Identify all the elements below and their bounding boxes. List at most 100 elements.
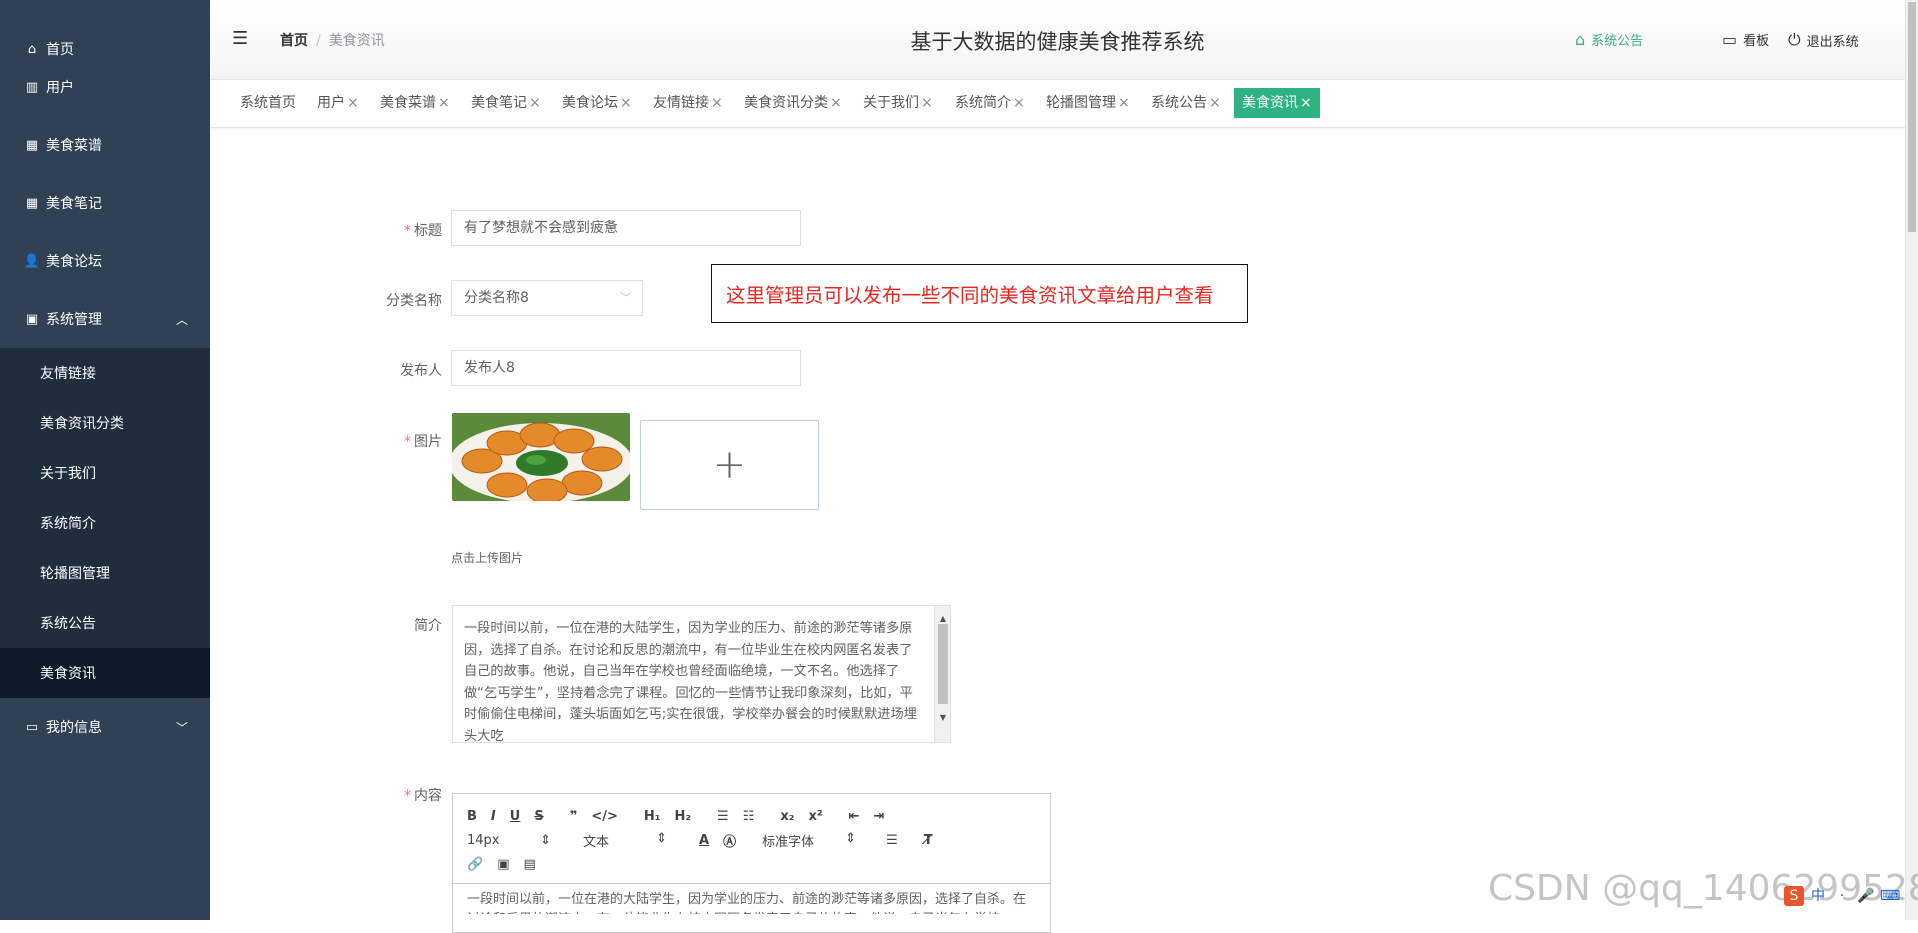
heading2-icon[interactable]: H₂	[674, 809, 691, 824]
board-link[interactable]: ▭ 看板	[1722, 30, 1769, 49]
upload-tip: 点击上传图片	[451, 551, 524, 565]
sidebar-item-label: 美食论坛	[46, 254, 102, 270]
editor-content[interactable]: 一段时间以前，一位在港的大陆学生，因为学业的压力、前途的渺茫等诸多原因，选择了自…	[453, 884, 1050, 914]
font-size-value: 14px	[467, 832, 500, 848]
sidebar-sub-about[interactable]: 关于我们	[0, 448, 210, 498]
power-icon: ⏻	[1788, 30, 1801, 49]
close-icon[interactable]: ×	[830, 95, 842, 111]
menu-toggle-icon[interactable]: ☰	[232, 28, 248, 49]
sidebar-item-user[interactable]: ▥ 用户	[0, 58, 210, 116]
breadcrumb-home[interactable]: 首页	[280, 33, 308, 49]
superscript-icon[interactable]: x²	[808, 809, 822, 824]
sidebar-item-label: 首页	[46, 42, 74, 58]
subscript-icon[interactable]: x₂	[780, 809, 794, 824]
close-icon[interactable]: ×	[921, 95, 933, 111]
clear-format-icon[interactable]: T̸	[924, 833, 933, 848]
category-select[interactable]: 分类名称8 ﹀	[451, 280, 643, 316]
background-color-icon[interactable]: Ⓐ	[723, 831, 736, 850]
sidebar-sub-notice[interactable]: 系统公告	[0, 598, 210, 648]
link-icon[interactable]: 🔗	[467, 857, 483, 872]
logout-label: 退出系统	[1806, 34, 1859, 50]
close-icon[interactable]: ×	[529, 95, 541, 111]
close-icon[interactable]: ×	[711, 95, 723, 111]
tab-about[interactable]: 关于我们 ×	[859, 88, 937, 118]
sidebar-sub-news[interactable]: 美食资讯	[0, 648, 210, 698]
tab-notes[interactable]: 美食笔记 ×	[467, 88, 545, 118]
textarea-scrollbar[interactable]: ▲ ▼	[934, 606, 950, 742]
image-icon[interactable]: ▣	[497, 857, 509, 872]
close-icon[interactable]: ×	[1300, 95, 1312, 111]
sidebar-item-recipes[interactable]: ▦ 美食菜谱	[0, 116, 210, 174]
ime-lang-icon[interactable]: 中	[1808, 886, 1828, 906]
grid-icon: ▦	[25, 137, 39, 153]
tab-label: 友情链接	[653, 95, 709, 111]
close-icon[interactable]: ×	[1013, 95, 1025, 111]
ime-logo-icon[interactable]: S	[1784, 886, 1804, 906]
code-icon[interactable]: </>	[591, 809, 618, 824]
close-icon[interactable]: ×	[1118, 95, 1130, 111]
updown-icon: ⇕	[540, 832, 551, 848]
breadcrumb: 首页 / 美食资讯	[280, 30, 385, 50]
tab-intro[interactable]: 系统简介 ×	[951, 88, 1029, 118]
image-upload-button[interactable]: +	[640, 420, 819, 510]
bullet-list-icon[interactable]: ☷	[743, 809, 755, 824]
system-notice-link[interactable]: ⌂ 系统公告	[1575, 30, 1643, 49]
tab-notice[interactable]: 系统公告 ×	[1147, 88, 1225, 118]
ime-mic-icon[interactable]: 🎤	[1856, 886, 1876, 906]
strikethrough-icon[interactable]: S	[534, 809, 543, 824]
tab-news[interactable]: 美食资讯 ×	[1234, 88, 1320, 118]
italic-icon[interactable]: I	[491, 809, 496, 824]
block-type-select[interactable]: 文本 ⇕	[583, 831, 667, 850]
tab-recipes[interactable]: 美食菜谱 ×	[376, 88, 454, 118]
summary-text: 一段时间以前，一位在港的大陆学生，因为学业的压力、前途的渺茫等诸多原因，选择了自…	[464, 621, 917, 743]
updown-icon: ⇕	[845, 830, 857, 846]
plus-icon: +	[712, 442, 747, 488]
tab-label: 美食论坛	[562, 95, 618, 111]
close-icon[interactable]: ×	[1209, 95, 1221, 111]
heading1-icon[interactable]: H₁	[644, 809, 661, 824]
sidebar-sub-news-category[interactable]: 美食资讯分类	[0, 398, 210, 448]
ime-punct-icon[interactable]: ·	[1832, 886, 1852, 906]
tab-forum[interactable]: 美食论坛 ×	[558, 88, 636, 118]
close-icon[interactable]: ×	[438, 95, 450, 111]
sidebar-sub-intro[interactable]: 系统简介	[0, 498, 210, 548]
sidebar-item-system[interactable]: ▣ 系统管理 ︿	[0, 290, 210, 348]
tab-carousel[interactable]: 轮播图管理 ×	[1042, 88, 1134, 118]
bold-icon[interactable]: B	[467, 809, 477, 824]
publisher-input[interactable]: 发布人8	[451, 350, 801, 386]
tab-system-home[interactable]: 系统首页	[236, 88, 300, 118]
outdent-icon[interactable]: ⇤	[849, 809, 860, 824]
scroll-thumb[interactable]	[938, 624, 948, 704]
monitor-icon: ▭	[1722, 30, 1738, 49]
required-mark: *	[404, 223, 411, 239]
tab-label: 用户	[317, 95, 345, 111]
sidebar-sub-links[interactable]: 友情链接	[0, 348, 210, 398]
blockquote-icon[interactable]: ❞	[570, 809, 578, 824]
font-family-select[interactable]: 标准字体 ⇕	[762, 831, 856, 850]
logout-link[interactable]: ⏻ 退出系统	[1788, 30, 1859, 50]
sidebar-sub-carousel[interactable]: 轮播图管理	[0, 548, 210, 598]
close-icon[interactable]: ×	[347, 95, 359, 111]
sidebar-item-label: 美食笔记	[46, 196, 102, 212]
title-input[interactable]: 有了梦想就不会感到疲惫	[451, 210, 801, 246]
sidebar-item-forum[interactable]: 👤 美食论坛	[0, 232, 210, 290]
uploaded-food-image[interactable]	[452, 413, 630, 501]
sidebar-item-my-info[interactable]: ▭ 我的信息 ﹀	[0, 698, 210, 756]
sidebar-item-notes[interactable]: ▦ 美食笔记	[0, 174, 210, 232]
tab-links[interactable]: 友情链接 ×	[649, 88, 727, 118]
font-size-select[interactable]: 14px ⇕	[467, 833, 551, 848]
tab-news-category[interactable]: 美食资讯分类 ×	[740, 88, 846, 118]
align-icon[interactable]: ☰	[886, 833, 898, 848]
tab-user[interactable]: 用户 ×	[313, 88, 363, 118]
ime-keyboard-icon[interactable]: ⌨	[1880, 886, 1900, 906]
summary-textarea[interactable]: 一段时间以前，一位在港的大陆学生，因为学业的压力、前途的渺茫等诸多原因，选择了自…	[452, 605, 951, 743]
page-scrollbar[interactable]	[1905, 0, 1918, 920]
indent-icon[interactable]: ⇥	[873, 809, 884, 824]
underline-icon[interactable]: U	[510, 809, 521, 824]
close-icon[interactable]: ×	[620, 95, 632, 111]
ordered-list-icon[interactable]: ☰	[717, 809, 729, 824]
video-icon[interactable]: ▤	[523, 857, 535, 872]
scroll-down-icon[interactable]: ▼	[935, 707, 950, 729]
font-color-icon[interactable]: A	[699, 833, 709, 848]
page-scroll-thumb[interactable]	[1908, 2, 1916, 232]
